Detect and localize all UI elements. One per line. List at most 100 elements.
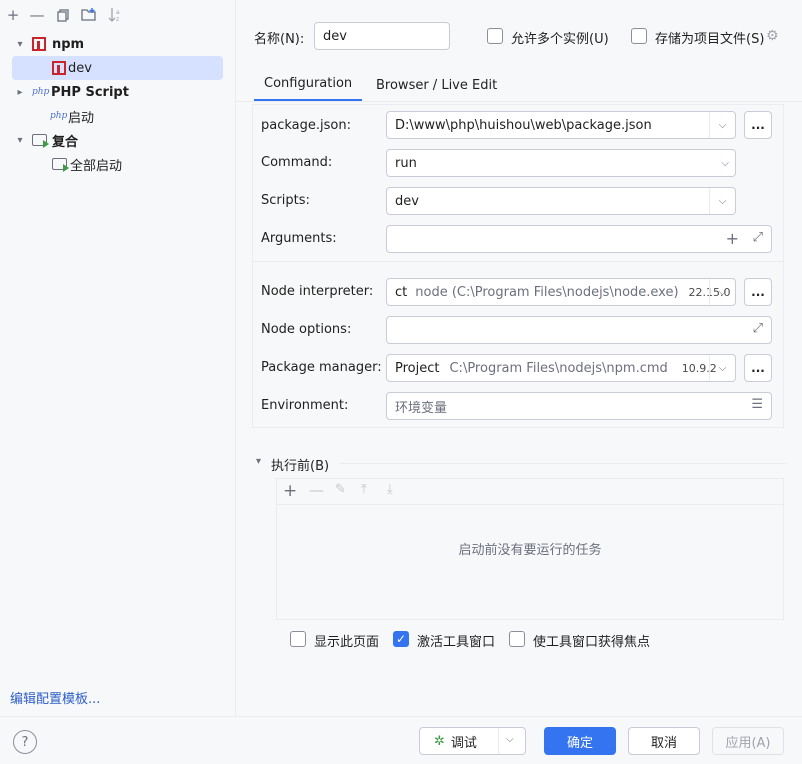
tree-item-npm[interactable]: npm — [32, 32, 225, 56]
command-value: run — [395, 155, 417, 171]
gear-icon[interactable]: ⚙ — [766, 28, 779, 44]
command-select[interactable]: run ⌵ — [386, 149, 736, 177]
php-icon: php — [50, 111, 68, 121]
store-as-file-label: 存储为项目文件(S) — [655, 32, 765, 47]
tree-item-label: 全部启动 — [70, 158, 123, 174]
compound-icon — [52, 158, 69, 172]
tree-item-launch-all[interactable]: 全部启动 — [52, 152, 225, 176]
package-manager-label: Package manager: — [261, 360, 382, 375]
ok-button[interactable]: 确定 — [544, 727, 616, 755]
apply-button[interactable]: 应用(A) — [712, 727, 784, 755]
environment-label: Environment: — [261, 398, 349, 413]
sort-icon[interactable]: az — [106, 6, 124, 24]
split-divider — [498, 728, 499, 754]
chevron-down-icon[interactable]: ▾ — [14, 128, 26, 152]
tab-divider — [236, 101, 802, 102]
node-interpreter-field[interactable]: ct node (C:\Program Files\nodejs\node.ex… — [386, 278, 736, 306]
npm-icon — [52, 61, 66, 75]
chevron-down-icon: ⌵ — [721, 157, 729, 169]
arguments-input[interactable]: + ⤢ — [386, 225, 772, 253]
tree-item-label: 复合 — [52, 134, 79, 150]
package-json-label: package.json: — [261, 118, 351, 133]
show-page-checkbox[interactable] — [290, 631, 306, 647]
name-value: dev — [323, 28, 347, 44]
name-input[interactable]: dev — [314, 22, 450, 50]
chevron-right-icon[interactable]: ▸ — [14, 80, 26, 104]
before-launch-list: + — ✎ ⤒ ⤓ 启动前没有要运行的任务 — [276, 478, 784, 620]
configurations-sidebar: + — az ▾ npm dev ▸ php PHP Script php 启动… — [0, 0, 236, 716]
environment-input[interactable]: 环境变量 ☰ — [386, 392, 772, 420]
empty-tasks-text: 启动前没有要运行的任务 — [458, 543, 602, 558]
move-up-icon: ⤒ — [361, 482, 367, 497]
node-options-input[interactable]: ⤢ — [386, 316, 772, 344]
php-icon: php — [32, 87, 50, 97]
add-icon[interactable]: + — [283, 481, 297, 501]
chevron-down-icon[interactable]: ⌵ — [709, 355, 735, 381]
activate-tool-window-label: 激活工具窗口 — [417, 635, 496, 650]
chevron-down-icon[interactable]: ▾ — [14, 32, 26, 56]
tab-browser-live-edit[interactable]: Browser / Live Edit — [376, 68, 497, 102]
svg-text:z: z — [116, 16, 119, 23]
before-launch-toolbar: + — ✎ ⤒ ⤓ — [277, 479, 783, 505]
tree-item-launch[interactable]: php 启动 — [50, 104, 225, 128]
store-as-file-checkbox[interactable] — [631, 28, 647, 44]
npm-icon — [32, 37, 46, 51]
node-interpreter-prefix: ct — [395, 284, 408, 300]
cancel-button[interactable]: 取消 — [628, 727, 700, 755]
package-manager-prefix: Project — [395, 360, 440, 376]
allow-multiple-checkbox[interactable] — [487, 28, 503, 44]
browse-button[interactable]: ... — [744, 111, 772, 139]
edit-icon: ✎ — [335, 482, 346, 497]
tree-item-label: dev — [68, 60, 92, 76]
package-json-value: D:\www\php\huishou\web\package.json — [395, 117, 652, 133]
list-icon[interactable]: ☰ — [751, 397, 763, 412]
chevron-down-icon[interactable]: ⌵ — [709, 112, 735, 138]
remove-icon: — — [309, 481, 324, 499]
scripts-field[interactable]: dev ⌵ — [386, 187, 736, 215]
scripts-label: Scripts: — [261, 193, 310, 208]
move-down-icon: ⤓ — [387, 482, 393, 497]
node-options-label: Node options: — [261, 322, 352, 337]
help-icon[interactable]: ? — [13, 730, 37, 754]
tree-item-dev[interactable]: dev — [12, 56, 223, 80]
browse-package-manager-button[interactable]: ... — [744, 354, 772, 382]
focus-tool-window-checkbox[interactable] — [509, 631, 525, 647]
tree-item-compound[interactable]: 复合 — [32, 128, 225, 152]
compound-icon — [32, 134, 49, 148]
edit-templates-link[interactable]: 编辑配置模板... — [10, 688, 100, 707]
environment-placeholder: 环境变量 — [395, 400, 448, 416]
expand-icon[interactable]: ⤢ — [753, 321, 763, 336]
add-icon[interactable]: + — [726, 229, 739, 248]
new-folder-icon[interactable] — [80, 6, 98, 24]
before-launch-divider — [340, 463, 786, 464]
expand-icon[interactable]: ⤢ — [753, 230, 763, 245]
copy-icon[interactable] — [54, 6, 72, 24]
package-json-field[interactable]: D:\www\php\huishou\web\package.json ⌵ — [386, 111, 736, 139]
chevron-down-icon[interactable]: ⌵ — [709, 279, 735, 305]
chevron-down-icon[interactable]: ⌵ — [506, 734, 514, 745]
node-interpreter-path: node (C:\Program Files\nodejs\node.exe) — [415, 284, 679, 300]
tab-configuration[interactable]: Configuration — [254, 68, 363, 102]
chevron-down-icon[interactable]: ▾ — [256, 456, 261, 467]
footer-divider — [0, 716, 802, 717]
add-icon[interactable]: + — [4, 6, 22, 24]
tree-item-php-script[interactable]: php PHP Script — [32, 80, 225, 104]
remove-icon[interactable]: — — [28, 6, 46, 24]
focus-tool-window-label: 使工具窗口获得焦点 — [533, 635, 651, 650]
name-label: 名称(N): — [254, 32, 305, 47]
node-interpreter-label: Node interpreter: — [261, 284, 374, 299]
chevron-down-icon[interactable]: ⌵ — [709, 188, 735, 214]
tree-item-label: 启动 — [68, 110, 95, 126]
debug-label: 调试 — [450, 735, 477, 751]
svg-text:a: a — [116, 9, 120, 16]
package-manager-field[interactable]: Project C:\Program Files\nodejs\npm.cmd … — [386, 354, 736, 382]
show-page-label: 显示此页面 — [314, 635, 380, 650]
configuration-panel: package.json: D:\www\php\huishou\web\pac… — [252, 104, 784, 428]
scripts-value: dev — [395, 193, 419, 209]
before-launch-title[interactable]: 执行前(B) — [271, 455, 329, 474]
browse-interpreter-button[interactable]: ... — [744, 278, 772, 306]
package-manager-path: C:\Program Files\nodejs\npm.cmd — [449, 360, 668, 376]
activate-tool-window-checkbox[interactable]: ✓ — [393, 631, 409, 647]
section-divider — [253, 261, 783, 262]
debug-button[interactable]: ✲ 调试 ⌵ — [419, 727, 526, 755]
